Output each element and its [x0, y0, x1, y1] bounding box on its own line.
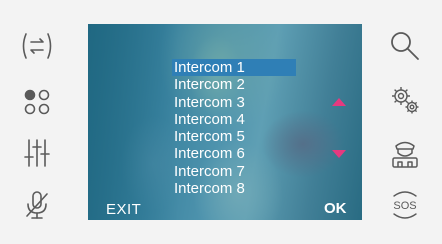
scroll-up-icon[interactable]: [332, 98, 346, 106]
exit-button[interactable]: EXIT: [106, 201, 141, 218]
intercom-list-item[interactable]: Intercom 4: [172, 111, 296, 128]
scroll-down-icon[interactable]: [332, 150, 346, 158]
sos-icon[interactable]: SOS: [385, 185, 425, 225]
sos-label: SOS: [393, 200, 416, 212]
video-screen: Intercom 1 Intercom 2 Intercom 3 Interco…: [88, 24, 362, 220]
mic-muted-icon[interactable]: [17, 185, 57, 225]
sliders-icon[interactable]: [17, 133, 57, 173]
intercom-list-item[interactable]: Intercom 7: [172, 163, 296, 180]
intercom-list-item[interactable]: Intercom 2: [172, 76, 296, 93]
intercom-list-item[interactable]: Intercom 8: [172, 180, 296, 197]
intercom-list-item[interactable]: Intercom 1: [172, 59, 296, 77]
ok-button[interactable]: OK: [324, 200, 347, 217]
swap-arrows-icon[interactable]: [17, 26, 57, 66]
concierge-icon[interactable]: [385, 133, 425, 173]
intercom-list-item[interactable]: Intercom 6: [172, 145, 296, 162]
intercom-list-item[interactable]: Intercom 3: [172, 94, 296, 111]
settings-gears-icon[interactable]: [385, 80, 425, 120]
intercom-list: Intercom 1 Intercom 2 Intercom 3 Interco…: [172, 59, 296, 197]
dots-grid-icon[interactable]: [17, 82, 57, 122]
search-icon[interactable]: [385, 26, 425, 66]
intercom-list-item[interactable]: Intercom 5: [172, 128, 296, 145]
intercom-panel: Intercom 1 Intercom 2 Intercom 3 Interco…: [0, 0, 442, 244]
